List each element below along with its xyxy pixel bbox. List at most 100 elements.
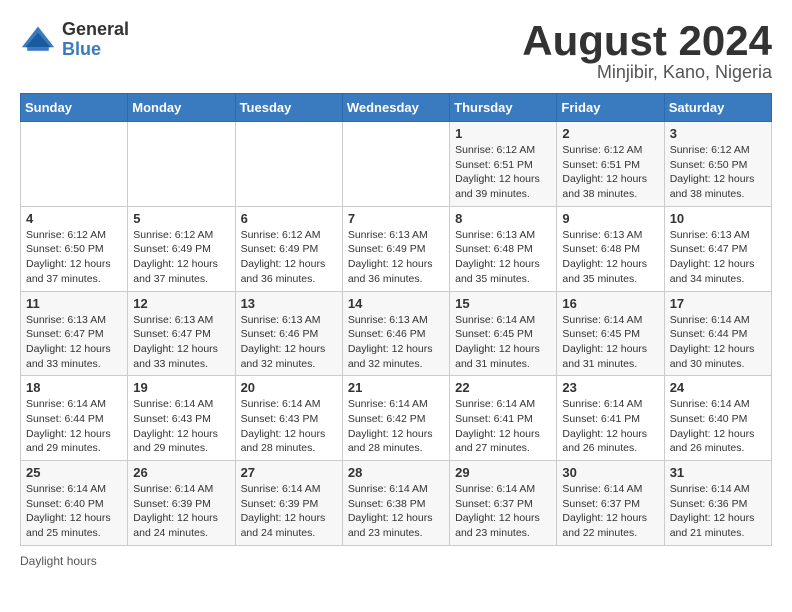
calendar-cell: 5 Sunrise: 6:12 AM Sunset: 6:49 PM Daylig… <box>128 206 235 291</box>
day-number: 16 <box>562 296 658 311</box>
day-number: 4 <box>26 211 122 226</box>
calendar-cell: 19 Sunrise: 6:14 AM Sunset: 6:43 PM Dayli… <box>128 376 235 461</box>
day-info: Sunrise: 6:14 AM Sunset: 6:43 PM Dayligh… <box>133 397 229 456</box>
logo: General Blue <box>20 20 129 60</box>
day-number: 10 <box>670 211 766 226</box>
calendar-cell <box>21 122 128 207</box>
calendar-cell: 14 Sunrise: 6:13 AM Sunset: 6:46 PM Dayli… <box>342 291 449 376</box>
calendar-cell: 25Sunrise: 6:14 AM Sunset: 6:40 PM Dayli… <box>21 461 128 546</box>
calendar-week-row: 25Sunrise: 6:14 AM Sunset: 6:40 PM Dayli… <box>21 461 772 546</box>
day-info: Sunrise: 6:13 AM Sunset: 6:47 PM Dayligh… <box>26 313 122 372</box>
day-number: 30 <box>562 465 658 480</box>
calendar-cell: 11 Sunrise: 6:13 AM Sunset: 6:47 PM Dayli… <box>21 291 128 376</box>
calendar-header: SundayMondayTuesdayWednesdayThursdayFrid… <box>21 94 772 122</box>
calendar-cell: 8Sunrise: 6:13 AM Sunset: 6:48 PM Daylig… <box>450 206 557 291</box>
header-day: Monday <box>128 94 235 122</box>
day-info: Sunrise: 6:13 AM Sunset: 6:47 PM Dayligh… <box>133 313 229 372</box>
day-number: 21 <box>348 380 444 395</box>
calendar-cell: 23Sunrise: 6:14 AM Sunset: 6:41 PM Dayli… <box>557 376 664 461</box>
calendar-cell: 30 Sunrise: 6:14 AM Sunset: 6:37 PM Dayli… <box>557 461 664 546</box>
day-info: Sunrise: 6:12 AM Sunset: 6:50 PM Dayligh… <box>26 228 122 287</box>
day-number: 2 <box>562 126 658 141</box>
day-info: Sunrise: 6:14 AM Sunset: 6:37 PM Dayligh… <box>455 482 551 541</box>
calendar-cell: 31Sunrise: 6:14 AM Sunset: 6:36 PM Dayli… <box>664 461 771 546</box>
calendar-table: SundayMondayTuesdayWednesdayThursdayFrid… <box>20 93 772 546</box>
day-number: 23 <box>562 380 658 395</box>
day-info: Sunrise: 6:14 AM Sunset: 6:45 PM Dayligh… <box>562 313 658 372</box>
day-number: 7 <box>348 211 444 226</box>
page-header: General Blue August 2024 Minjibir, Kano,… <box>20 20 772 83</box>
calendar-cell: 20Sunrise: 6:14 AM Sunset: 6:43 PM Dayli… <box>235 376 342 461</box>
day-number: 5 <box>133 211 229 226</box>
day-info: Sunrise: 6:14 AM Sunset: 6:39 PM Dayligh… <box>133 482 229 541</box>
day-info: Sunrise: 6:14 AM Sunset: 6:42 PM Dayligh… <box>348 397 444 456</box>
calendar-cell: 9Sunrise: 6:13 AM Sunset: 6:48 PM Daylig… <box>557 206 664 291</box>
calendar-cell: 3Sunrise: 6:12 AM Sunset: 6:50 PM Daylig… <box>664 122 771 207</box>
day-info: Sunrise: 6:13 AM Sunset: 6:46 PM Dayligh… <box>348 313 444 372</box>
calendar-cell <box>128 122 235 207</box>
day-info: Sunrise: 6:13 AM Sunset: 6:48 PM Dayligh… <box>455 228 551 287</box>
day-info: Sunrise: 6:14 AM Sunset: 6:39 PM Dayligh… <box>241 482 337 541</box>
header-day: Saturday <box>664 94 771 122</box>
day-number: 13 <box>241 296 337 311</box>
calendar-cell: 29 Sunrise: 6:14 AM Sunset: 6:37 PM Dayli… <box>450 461 557 546</box>
calendar-cell: 22Sunrise: 6:14 AM Sunset: 6:41 PM Dayli… <box>450 376 557 461</box>
calendar-cell <box>342 122 449 207</box>
day-number: 15 <box>455 296 551 311</box>
calendar-week-row: 1 Sunrise: 6:12 AM Sunset: 6:51 PM Daylig… <box>21 122 772 207</box>
calendar-week-row: 11 Sunrise: 6:13 AM Sunset: 6:47 PM Dayli… <box>21 291 772 376</box>
calendar-cell: 13Sunrise: 6:13 AM Sunset: 6:46 PM Dayli… <box>235 291 342 376</box>
header-day: Wednesday <box>342 94 449 122</box>
calendar-cell: 6 Sunrise: 6:12 AM Sunset: 6:49 PM Daylig… <box>235 206 342 291</box>
day-info: Sunrise: 6:12 AM Sunset: 6:51 PM Dayligh… <box>562 143 658 202</box>
calendar-cell: 24 Sunrise: 6:14 AM Sunset: 6:40 PM Dayli… <box>664 376 771 461</box>
calendar-cell: 18Sunrise: 6:14 AM Sunset: 6:44 PM Dayli… <box>21 376 128 461</box>
day-number: 11 <box>26 296 122 311</box>
calendar-cell: 4 Sunrise: 6:12 AM Sunset: 6:50 PM Daylig… <box>21 206 128 291</box>
logo-general: General <box>62 20 129 40</box>
day-info: Sunrise: 6:13 AM Sunset: 6:49 PM Dayligh… <box>348 228 444 287</box>
header-day: Friday <box>557 94 664 122</box>
day-info: Sunrise: 6:12 AM Sunset: 6:49 PM Dayligh… <box>241 228 337 287</box>
calendar-cell: 7 Sunrise: 6:13 AM Sunset: 6:49 PM Daylig… <box>342 206 449 291</box>
calendar-cell <box>235 122 342 207</box>
calendar-cell: 17Sunrise: 6:14 AM Sunset: 6:44 PM Dayli… <box>664 291 771 376</box>
calendar-cell: 10Sunrise: 6:13 AM Sunset: 6:47 PM Dayli… <box>664 206 771 291</box>
day-number: 3 <box>670 126 766 141</box>
day-info: Sunrise: 6:14 AM Sunset: 6:37 PM Dayligh… <box>562 482 658 541</box>
calendar-cell: 1 Sunrise: 6:12 AM Sunset: 6:51 PM Daylig… <box>450 122 557 207</box>
day-info: Sunrise: 6:14 AM Sunset: 6:40 PM Dayligh… <box>670 397 766 456</box>
day-info: Sunrise: 6:14 AM Sunset: 6:44 PM Dayligh… <box>26 397 122 456</box>
day-number: 31 <box>670 465 766 480</box>
calendar-cell: 15 Sunrise: 6:14 AM Sunset: 6:45 PM Dayli… <box>450 291 557 376</box>
day-number: 6 <box>241 211 337 226</box>
day-number: 29 <box>455 465 551 480</box>
day-number: 27 <box>241 465 337 480</box>
logo-blue: Blue <box>62 40 129 60</box>
calendar-body: 1 Sunrise: 6:12 AM Sunset: 6:51 PM Daylig… <box>21 122 772 546</box>
calendar-cell: 12 Sunrise: 6:13 AM Sunset: 6:47 PM Dayli… <box>128 291 235 376</box>
day-info: Sunrise: 6:12 AM Sunset: 6:49 PM Dayligh… <box>133 228 229 287</box>
calendar-week-row: 4 Sunrise: 6:12 AM Sunset: 6:50 PM Daylig… <box>21 206 772 291</box>
day-info: Sunrise: 6:14 AM Sunset: 6:38 PM Dayligh… <box>348 482 444 541</box>
title-block: August 2024 Minjibir, Kano, Nigeria <box>522 20 772 83</box>
day-number: 1 <box>455 126 551 141</box>
header-day: Thursday <box>450 94 557 122</box>
day-info: Sunrise: 6:14 AM Sunset: 6:44 PM Dayligh… <box>670 313 766 372</box>
day-number: 14 <box>348 296 444 311</box>
day-info: Sunrise: 6:12 AM Sunset: 6:51 PM Dayligh… <box>455 143 551 202</box>
day-number: 12 <box>133 296 229 311</box>
day-number: 26 <box>133 465 229 480</box>
logo-text: General Blue <box>62 20 129 60</box>
day-info: Sunrise: 6:14 AM Sunset: 6:43 PM Dayligh… <box>241 397 337 456</box>
calendar-cell: 26 Sunrise: 6:14 AM Sunset: 6:39 PM Dayli… <box>128 461 235 546</box>
day-number: 22 <box>455 380 551 395</box>
calendar-cell: 21 Sunrise: 6:14 AM Sunset: 6:42 PM Dayli… <box>342 376 449 461</box>
day-info: Sunrise: 6:14 AM Sunset: 6:40 PM Dayligh… <box>26 482 122 541</box>
day-number: 19 <box>133 380 229 395</box>
header-row: SundayMondayTuesdayWednesdayThursdayFrid… <box>21 94 772 122</box>
day-info: Sunrise: 6:14 AM Sunset: 6:45 PM Dayligh… <box>455 313 551 372</box>
day-number: 24 <box>670 380 766 395</box>
day-info: Sunrise: 6:13 AM Sunset: 6:48 PM Dayligh… <box>562 228 658 287</box>
month-title: August 2024 <box>522 20 772 62</box>
